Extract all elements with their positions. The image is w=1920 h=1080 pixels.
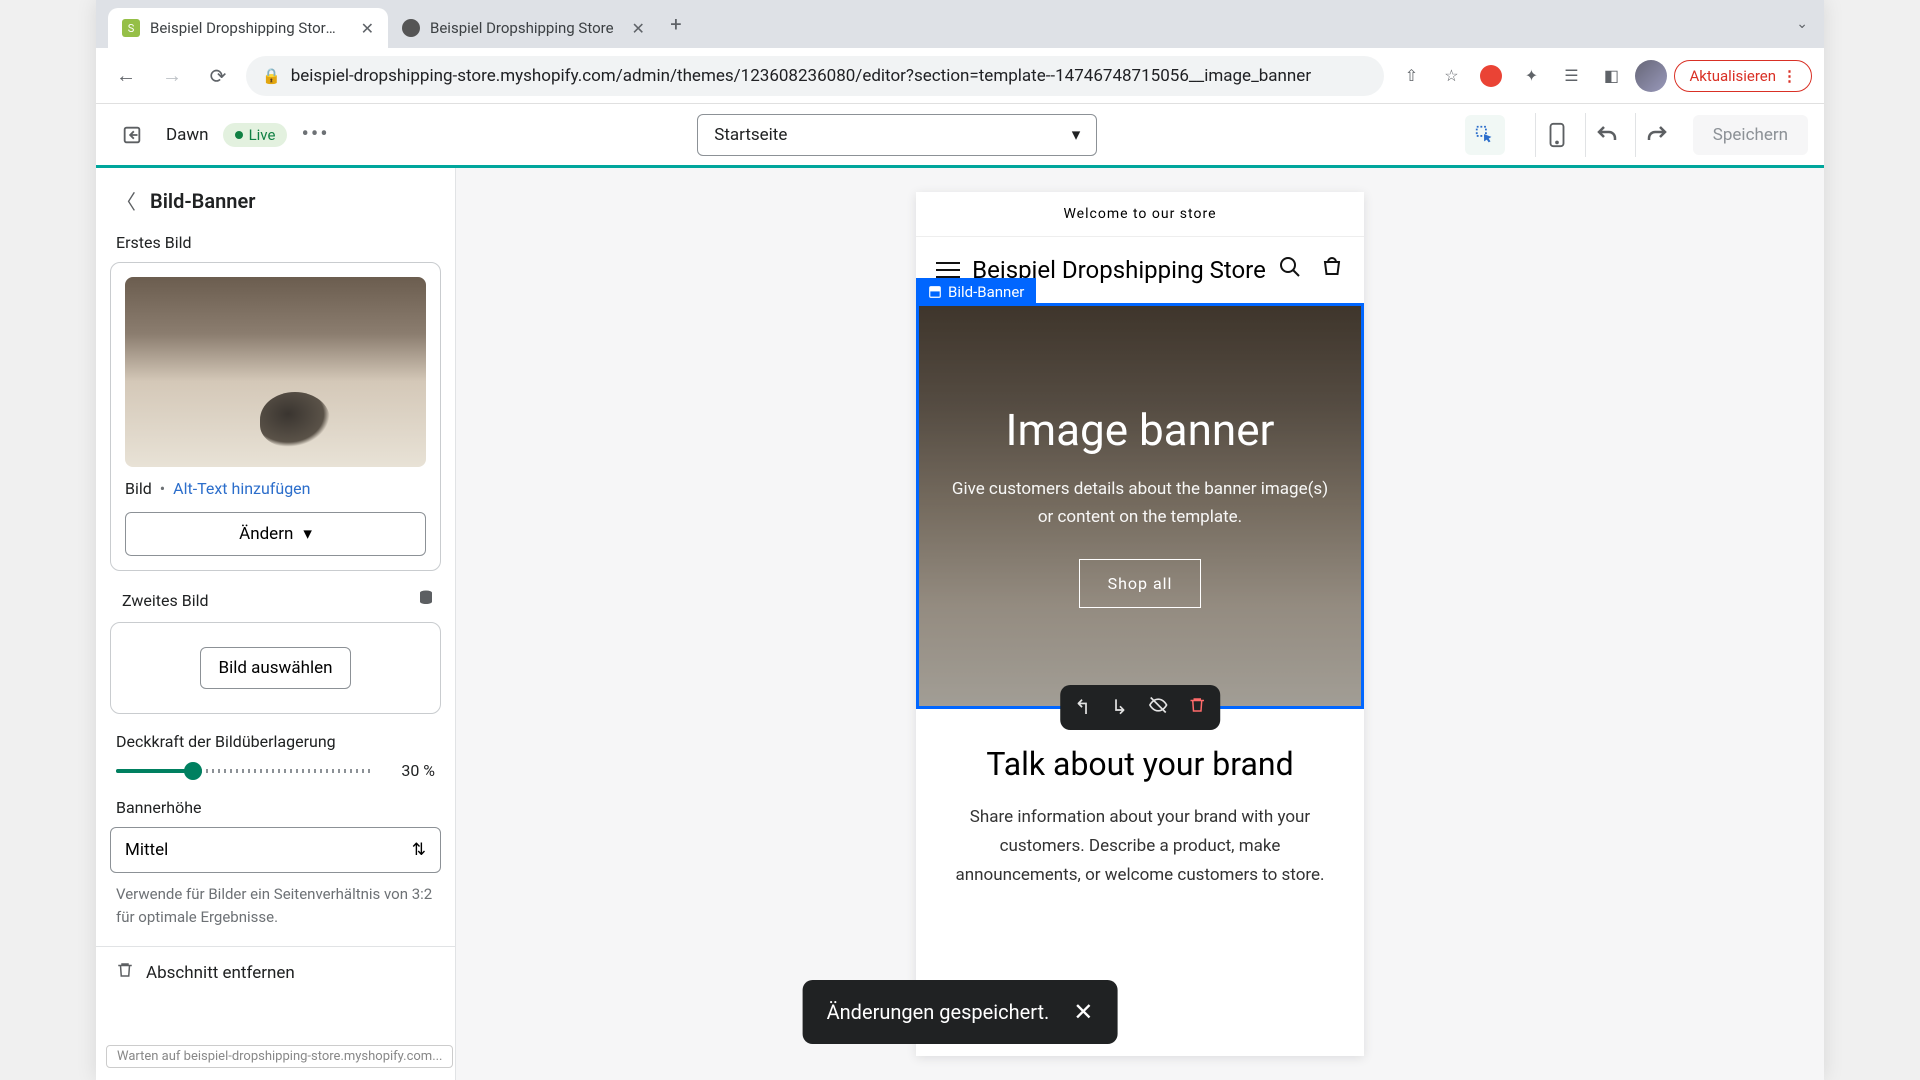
preview-canvas: Welcome to our store Beispiel Dropshippi… (456, 168, 1824, 1080)
move-down-icon[interactable]: ↳ (1111, 695, 1128, 720)
alt-text-link[interactable]: Alt-Text hinzufügen (173, 479, 310, 498)
first-image-card: Bild • Alt-Text hinzufügen Ändern ▾ (110, 262, 441, 571)
site-icon (402, 19, 420, 37)
redo-button[interactable] (1635, 113, 1679, 157)
url-text: beispiel-dropshipping-store.myshopify.co… (291, 66, 1311, 86)
height-help-text: Verwende für Bilder ein Seitenverhältnis… (110, 873, 441, 928)
page-selector[interactable]: Startseite ▾ (697, 114, 1097, 156)
tab-title: Beispiel Dropshipping Store (430, 19, 614, 37)
second-image-label: Zweites Bild (116, 591, 215, 610)
live-label: Live (249, 126, 276, 144)
editor-app-bar: Dawn Live ••• Startseite ▾ Speichern (96, 104, 1824, 168)
bild-text: Bild (125, 479, 152, 498)
new-tab-button[interactable]: + (659, 7, 693, 41)
search-icon[interactable] (1278, 255, 1302, 285)
height-select[interactable]: Mittel ⇅ (110, 827, 441, 873)
browser-toolbar: ← → ⟳ 🔒 beispiel-dropshipping-store.mysh… (96, 48, 1824, 104)
back-button[interactable]: ← (108, 58, 144, 94)
status-dot-icon (235, 131, 243, 139)
height-label: Bannerhöhe (110, 798, 441, 817)
section-toolbar: ↰ ↳ (1060, 685, 1220, 730)
second-image-card: Bild auswählen (110, 622, 441, 714)
exit-editor-button[interactable] (112, 115, 152, 155)
forward-button: → (154, 58, 190, 94)
select-image-label: Bild auswählen (219, 658, 333, 678)
first-image-label: Erstes Bild (110, 233, 441, 252)
select-image-button[interactable]: Bild auswählen (200, 647, 352, 689)
reload-button[interactable]: ⟳ (200, 58, 236, 94)
image-preview[interactable] (125, 277, 426, 467)
section-title: Bild-Banner (150, 189, 255, 213)
update-label: Aktualisieren (1689, 67, 1776, 85)
delete-icon[interactable] (1188, 695, 1206, 720)
shopify-icon: S (122, 19, 140, 37)
rich-text-section[interactable]: Talk about your brand Share information … (916, 709, 1364, 910)
opacity-value: 30 % (385, 761, 435, 780)
banner-text[interactable]: Give customers details about the banner … (947, 476, 1333, 530)
reading-list-icon[interactable]: ☰ (1554, 59, 1588, 93)
menu-icon[interactable] (936, 262, 960, 278)
remove-label: Abschnitt entfernen (146, 963, 295, 983)
save-button: Speichern (1693, 115, 1808, 155)
close-icon[interactable]: ✕ (632, 19, 645, 38)
mobile-preview: Welcome to our store Beispiel Dropshippi… (916, 192, 1364, 1056)
announcement-bar: Welcome to our store (916, 192, 1364, 237)
separator: • (160, 479, 165, 498)
opacity-label: Deckkraft der Bildüberlagerung (110, 732, 441, 751)
address-bar[interactable]: 🔒 beispiel-dropshipping-store.myshopify.… (246, 56, 1384, 96)
status-bar: Warten auf beispiel-dropshipping-store.m… (106, 1045, 453, 1068)
back-arrow-button[interactable]: 〈 (116, 186, 136, 215)
extension-red-icon[interactable] (1474, 59, 1508, 93)
sidepanel-icon[interactable]: ◧ (1594, 59, 1628, 93)
shop-all-button[interactable]: Shop all (1079, 559, 1202, 608)
change-label: Ändern (239, 524, 293, 544)
tab-overflow-icon[interactable]: ⌄ (1796, 16, 1808, 32)
inspector-toggle[interactable] (1465, 115, 1505, 155)
change-image-button[interactable]: Ändern ▾ (125, 512, 426, 556)
section-label-text: Bild-Banner (948, 283, 1024, 301)
lock-icon: 🔒 (262, 67, 281, 85)
more-actions-button[interactable]: ••• (301, 122, 329, 147)
undo-button[interactable] (1585, 113, 1629, 157)
save-label: Speichern (1713, 125, 1788, 145)
settings-sidebar: 〈 Bild-Banner Erstes Bild Bild • Alt-Tex… (96, 168, 456, 1080)
banner-section-selected[interactable]: Bild-Banner Image banner Give customers … (916, 303, 1364, 709)
shop-all-label: Shop all (1108, 574, 1173, 593)
rich-text-heading: Talk about your brand (944, 745, 1336, 783)
chevron-down-icon: ▾ (1072, 125, 1081, 145)
theme-name: Dawn (166, 125, 209, 145)
live-badge: Live (223, 123, 288, 147)
banner-heading[interactable]: Image banner (1006, 404, 1275, 456)
trash-icon (116, 961, 134, 984)
update-button[interactable]: Aktualisieren ⋮ (1674, 60, 1812, 92)
tab-title: Beispiel Dropshipping Store · D (150, 19, 343, 37)
toast-close-button[interactable]: ✕ (1073, 998, 1093, 1026)
browser-tab-active[interactable]: S Beispiel Dropshipping Store · D ✕ (108, 8, 388, 48)
extensions-icon[interactable]: ✦ (1514, 59, 1548, 93)
move-up-icon[interactable]: ↰ (1074, 695, 1091, 720)
page-selected-label: Startseite (714, 125, 787, 145)
more-menu-icon[interactable]: ⋮ (1782, 67, 1797, 85)
remove-section-button[interactable]: Abschnitt entfernen (96, 946, 455, 998)
browser-tab-strip: S Beispiel Dropshipping Store · D ✕ Beis… (96, 0, 1824, 48)
slider-thumb[interactable] (184, 762, 202, 780)
toast-notification: Änderungen gespeichert. ✕ (803, 980, 1118, 1044)
mobile-view-button[interactable] (1535, 113, 1579, 157)
toast-message: Änderungen gespeichert. (827, 1000, 1050, 1024)
browser-tab-inactive[interactable]: Beispiel Dropshipping Store ✕ (388, 8, 659, 48)
share-icon[interactable]: ⇧ (1394, 59, 1428, 93)
section-label-badge: Bild-Banner (916, 278, 1036, 306)
rich-text-body: Share information about your brand with … (944, 803, 1336, 890)
chevron-down-icon: ▾ (303, 524, 312, 544)
close-icon[interactable]: ✕ (361, 19, 374, 38)
profile-avatar[interactable] (1634, 59, 1668, 93)
dynamic-source-icon[interactable] (417, 589, 435, 612)
opacity-slider[interactable] (116, 769, 373, 773)
image-banner: Image banner Give customers details abou… (919, 306, 1361, 706)
select-arrows-icon: ⇅ (412, 840, 426, 860)
bookmark-icon[interactable]: ☆ (1434, 59, 1468, 93)
hide-icon[interactable] (1148, 695, 1168, 720)
height-value: Mittel (125, 840, 168, 860)
cart-icon[interactable] (1320, 255, 1344, 285)
